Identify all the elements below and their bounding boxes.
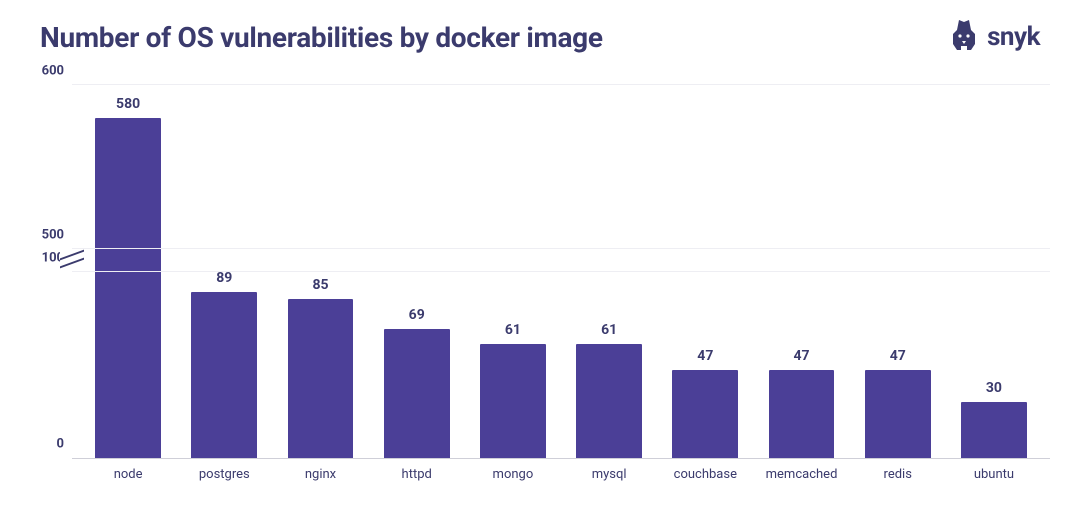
chart-header: Number of OS vulnerabilities by docker i… <box>0 0 1080 64</box>
bar-value-label: 47 <box>890 348 906 364</box>
brand-logo: snyk <box>949 20 1040 54</box>
y-tick-label: 0 <box>57 437 64 452</box>
bar-value-label: 89 <box>216 270 232 286</box>
bar-value-label: 580 <box>116 96 140 112</box>
bar-value-label: 47 <box>793 348 809 364</box>
bar-memcached: 47 <box>753 85 849 458</box>
x-tick-label: couchbase <box>657 461 753 487</box>
bar-mongo: 61 <box>465 85 561 458</box>
bar-rect <box>480 344 546 458</box>
bar-httpd: 69 <box>369 85 465 458</box>
bar-value-label: 61 <box>601 322 617 338</box>
bar-postgres: 89 <box>176 85 272 458</box>
grid-line <box>72 271 1050 272</box>
x-tick-label: mongo <box>465 461 561 487</box>
x-tick-label: ubuntu <box>946 461 1042 487</box>
x-tick-label: nginx <box>272 461 368 487</box>
bar-mysql: 61 <box>561 85 657 458</box>
bar-rect <box>961 402 1027 458</box>
bar-rect <box>191 292 257 458</box>
bar-node: 580 <box>80 85 176 458</box>
bar-rect <box>769 370 835 458</box>
bar-ubuntu: 30 <box>946 85 1042 458</box>
y-tick-label: 500 <box>42 228 64 243</box>
bar-couchbase: 47 <box>657 85 753 458</box>
grid-line <box>72 248 1050 249</box>
bar-rect <box>576 344 642 458</box>
axis-break-icon <box>60 250 84 270</box>
bar-rect <box>288 299 354 458</box>
bar-rect <box>865 370 931 458</box>
bars-container: 580 89 85 69 61 61 47 47 47 30 <box>72 85 1050 458</box>
chart-title: Number of OS vulnerabilities by docker i… <box>40 21 603 54</box>
plot-region: 580 89 85 69 61 61 47 47 47 30 <box>72 85 1050 459</box>
x-axis-labels: nodepostgresnginxhttpdmongomysqlcouchbas… <box>72 461 1050 487</box>
brand-name: snyk <box>987 22 1040 52</box>
dog-head-icon <box>949 20 979 54</box>
bar-value-label: 47 <box>697 348 713 364</box>
bar-rect <box>384 329 450 458</box>
x-tick-label: node <box>80 461 176 487</box>
bar-value-label: 69 <box>409 307 425 323</box>
bar-nginx: 85 <box>272 85 368 458</box>
grid-line <box>72 84 1050 85</box>
bar-rect <box>95 118 161 458</box>
bar-value-label: 61 <box>505 322 521 338</box>
bar-rect <box>672 370 738 458</box>
chart-area: 0100500600 580898569616147474730 nodepos… <box>30 85 1050 487</box>
bar-value-label: 85 <box>312 277 328 293</box>
y-axis: 0100500600 <box>30 85 70 459</box>
x-tick-label: mysql <box>561 461 657 487</box>
x-tick-label: httpd <box>369 461 465 487</box>
bar-redis: 47 <box>850 85 946 458</box>
bar-value-label: 30 <box>986 380 1002 396</box>
x-tick-label: postgres <box>176 461 272 487</box>
x-tick-label: redis <box>850 461 946 487</box>
y-tick-label: 600 <box>42 64 64 79</box>
x-tick-label: memcached <box>753 461 849 487</box>
